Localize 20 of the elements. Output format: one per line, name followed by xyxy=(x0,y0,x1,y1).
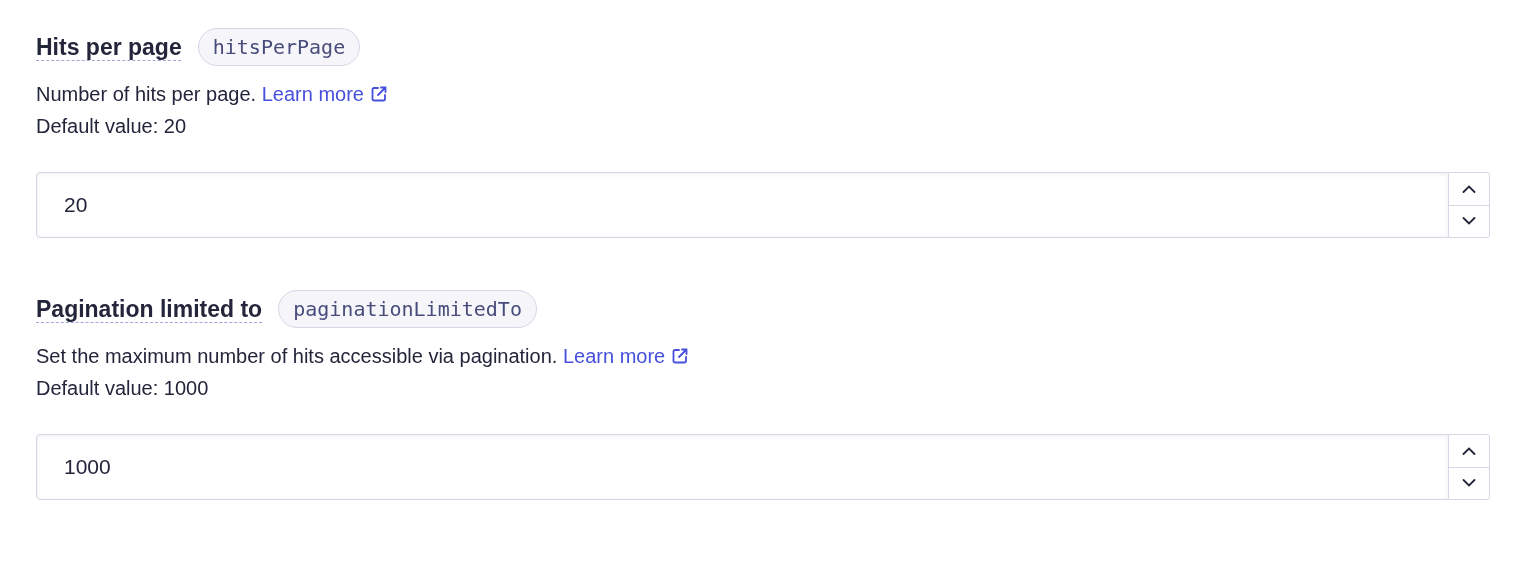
setting-label: Pagination limited to xyxy=(36,294,263,324)
chevron-down-icon xyxy=(1462,479,1476,488)
default-value: Default value: 1000 xyxy=(36,376,210,401)
parameter-tag: paginationLimitedTo xyxy=(278,290,537,328)
decrement-button[interactable] xyxy=(1449,466,1489,499)
setting-description: Set the maximum number of hits accessible via pagination. Learn more xyxy=(36,340,1490,372)
learn-more-link[interactable]: Learn more xyxy=(562,345,690,367)
number-field[interactable]: 1000 xyxy=(36,434,1449,500)
external-link-icon xyxy=(671,347,690,365)
default-value: Default value: 20 xyxy=(36,114,188,139)
setting-description: Number of hits per page. Learn more xyxy=(36,78,1490,110)
chevron-up-icon xyxy=(1462,446,1476,455)
number-field[interactable]: 20 xyxy=(36,172,1449,238)
chevron-down-icon xyxy=(1462,217,1476,226)
chevron-up-icon xyxy=(1462,184,1476,193)
decrement-button[interactable] xyxy=(1449,204,1489,237)
external-link-icon xyxy=(369,85,388,103)
learn-more-link[interactable]: Learn more xyxy=(261,83,388,105)
parameter-tag: hitsPerPage xyxy=(197,28,361,66)
setting-label: Hits per page xyxy=(36,32,182,62)
